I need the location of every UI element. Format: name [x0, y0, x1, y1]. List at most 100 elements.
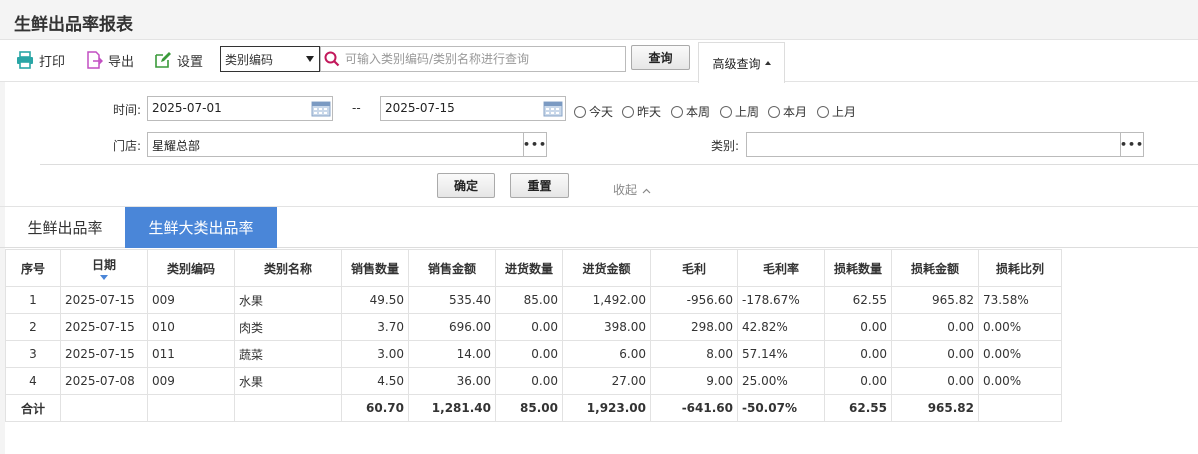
table-cell: -50.07%	[737, 394, 825, 422]
tab-fresh-category-yield[interactable]: 生鲜大类出品率	[125, 207, 277, 248]
range-this-week-radio[interactable]: 本周	[671, 103, 710, 120]
table-cell: 85.00	[495, 286, 563, 314]
column-header[interactable]: 进货金额	[562, 249, 651, 287]
reset-button[interactable]: 重置	[510, 173, 569, 198]
end-date-field[interactable]: 2025-07-15	[380, 96, 566, 121]
table-cell: 1,923.00	[562, 394, 651, 422]
table-cell: 4	[5, 367, 61, 395]
time-label: 时间:	[113, 103, 142, 117]
table-cell: 2025-07-15	[60, 340, 148, 368]
calendar-icon[interactable]	[311, 99, 331, 117]
table-cell: 0.00	[495, 313, 563, 341]
range-this-month-radio[interactable]: 本月	[768, 103, 807, 120]
search-input[interactable]	[343, 48, 613, 70]
report-tabs: 生鲜出品率 生鲜大类出品率	[0, 207, 1198, 248]
store-field[interactable]: 星耀总部	[147, 132, 524, 157]
query-button[interactable]: 查询	[631, 45, 690, 70]
sort-desc-icon	[100, 275, 108, 280]
end-date-value: 2025-07-15	[385, 101, 455, 115]
store-picker-button[interactable]: •••	[523, 132, 547, 157]
column-header[interactable]: 序号	[5, 249, 61, 287]
table-total-row: 合计 60.70 1,281.40 85.00 1,923.00 -641.60…	[5, 394, 1062, 422]
column-header-date[interactable]: 日期	[60, 249, 148, 287]
advanced-query-tab[interactable]: 高级查询	[698, 42, 785, 83]
collapse-link[interactable]: 收起	[613, 181, 651, 198]
print-button[interactable]: 打印	[16, 49, 65, 71]
range-today-radio[interactable]: 今天	[574, 103, 613, 120]
column-header[interactable]: 损耗金额	[891, 249, 979, 287]
table-cell: 水果	[234, 286, 342, 314]
start-date-value: 2025-07-01	[152, 101, 222, 115]
category-field[interactable]	[746, 132, 1121, 157]
range-last-week-radio[interactable]: 上周	[720, 103, 759, 120]
category-picker-button[interactable]: •••	[1120, 132, 1144, 157]
table-cell: 1,492.00	[562, 286, 651, 314]
table-cell: 1,281.40	[408, 394, 496, 422]
table-cell: 965.82	[891, 286, 979, 314]
table-row[interactable]: 4 2025-07-08 009 水果 4.50 36.00 0.00 27.0…	[5, 367, 1062, 395]
table-cell: 010	[147, 313, 235, 341]
table-cell: 011	[147, 340, 235, 368]
export-button[interactable]: 导出	[85, 49, 134, 71]
advanced-query-label: 高级查询	[712, 56, 761, 71]
radio-circle-icon	[622, 105, 634, 118]
filter-divider	[40, 164, 1198, 165]
table-cell: 696.00	[408, 313, 496, 341]
table-cell: 3.70	[341, 313, 409, 341]
export-label: 导出	[108, 54, 135, 70]
radio-circle-icon	[817, 105, 829, 118]
range-yesterday-radio[interactable]: 昨天	[622, 103, 661, 120]
table-row[interactable]: 2 2025-07-15 010 肉类 3.70 696.00 0.00 398…	[5, 313, 1062, 341]
column-header[interactable]: 损耗数量	[824, 249, 892, 287]
column-header[interactable]: 毛利	[650, 249, 738, 287]
title-bar: 生鲜出品率报表	[0, 0, 1198, 40]
caret-up-icon	[764, 61, 771, 65]
table-cell: 0.00	[824, 313, 892, 341]
table-cell: 298.00	[650, 313, 738, 341]
report-table: 序号 日期 类别编码 类别名称 销售数量 销售金额 进货数量 进货金额 毛利 毛…	[5, 249, 1062, 422]
column-header[interactable]: 毛利率	[737, 249, 825, 287]
table-row[interactable]: 1 2025-07-15 009 水果 49.50 535.40 85.00 1…	[5, 286, 1062, 314]
table-cell: 3	[5, 340, 61, 368]
store-label: 门店:	[113, 139, 142, 153]
table-header-row: 序号 日期 类别编码 类别名称 销售数量 销售金额 进货数量 进货金额 毛利 毛…	[5, 249, 1062, 287]
table-cell	[60, 394, 148, 422]
table-cell: 水果	[234, 367, 342, 395]
collapse-label: 收起	[613, 183, 638, 197]
table-cell: 14.00	[408, 340, 496, 368]
column-header[interactable]: 进货数量	[495, 249, 563, 287]
chevron-up-icon	[642, 183, 651, 197]
settings-button[interactable]: 设置	[154, 49, 203, 71]
table-cell: 6.00	[562, 340, 651, 368]
print-label: 打印	[39, 54, 66, 70]
table-cell: 2025-07-15	[60, 286, 148, 314]
table-cell	[978, 394, 1062, 422]
column-header[interactable]: 类别编码	[147, 249, 235, 287]
table-row[interactable]: 3 2025-07-15 011 蔬菜 3.00 14.00 0.00 6.00…	[5, 340, 1062, 368]
column-header[interactable]: 损耗比列	[978, 249, 1062, 287]
table-cell: 49.50	[341, 286, 409, 314]
table-cell: 398.00	[562, 313, 651, 341]
edit-icon	[154, 51, 172, 69]
table-cell: 9.00	[650, 367, 738, 395]
calendar-icon[interactable]	[543, 99, 563, 117]
table-cell: 009	[147, 286, 235, 314]
start-date-field[interactable]: 2025-07-01	[147, 96, 333, 121]
table-cell: 25.00%	[737, 367, 825, 395]
tab-fresh-yield[interactable]: 生鲜出品率	[5, 207, 125, 248]
table-cell: 8.00	[650, 340, 738, 368]
range-last-month-radio[interactable]: 上月	[817, 103, 856, 120]
column-header-label: 日期	[91, 258, 116, 272]
category-select[interactable]: 类别编码	[220, 46, 320, 72]
category-label: 类别:	[711, 139, 740, 153]
column-header[interactable]: 销售金额	[408, 249, 496, 287]
table-cell: 蔬菜	[234, 340, 342, 368]
table-cell: -178.67%	[737, 286, 825, 314]
confirm-button[interactable]: 确定	[437, 173, 495, 198]
table-cell: 965.82	[891, 394, 979, 422]
page-title: 生鲜出品率报表	[14, 15, 133, 35]
table-cell: 0.00	[824, 340, 892, 368]
column-header[interactable]: 销售数量	[341, 249, 409, 287]
table-cell: 62.55	[824, 286, 892, 314]
column-header[interactable]: 类别名称	[234, 249, 342, 287]
